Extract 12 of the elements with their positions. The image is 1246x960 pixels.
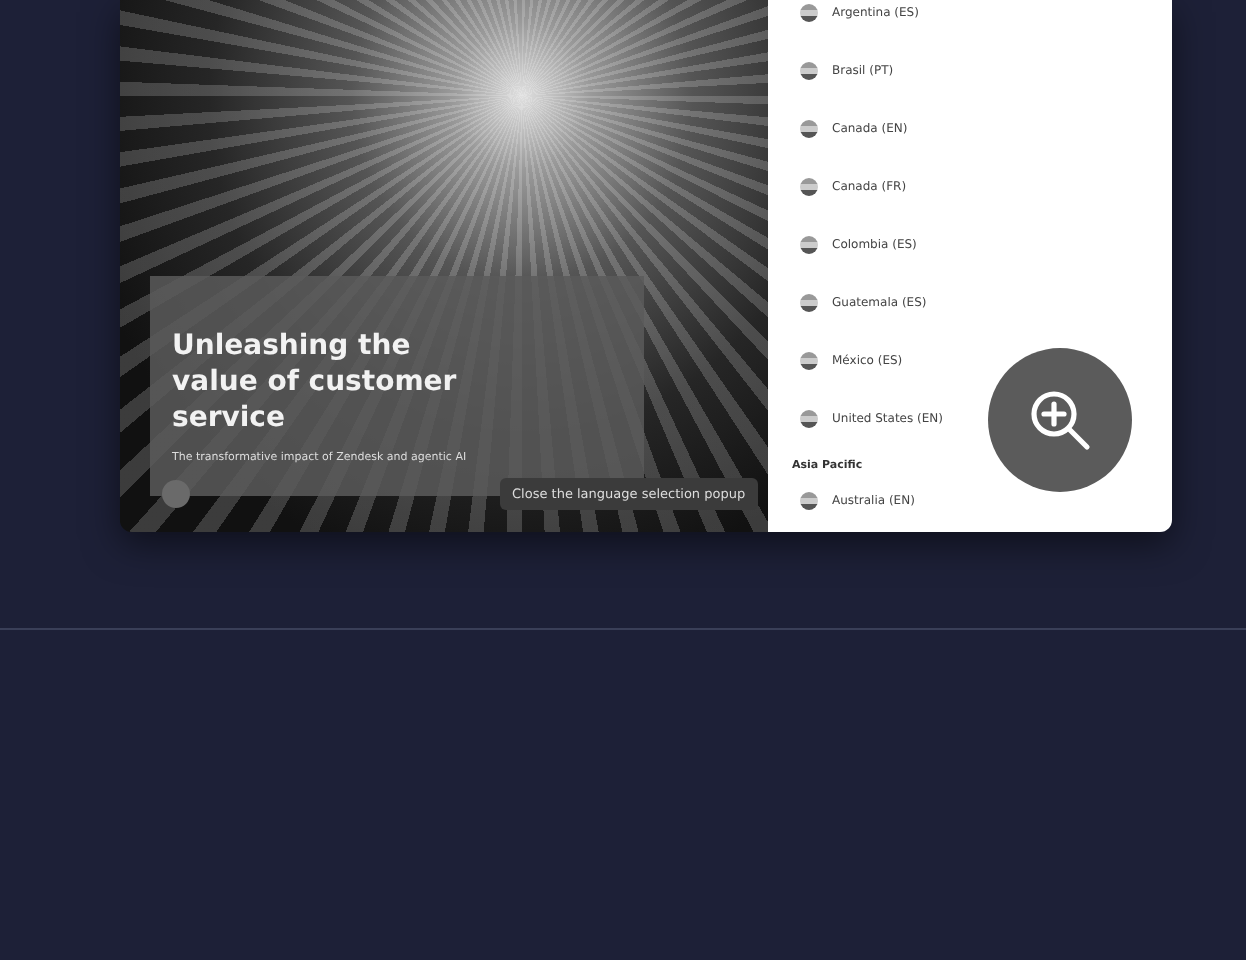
flag-icon bbox=[800, 492, 818, 510]
flag-icon bbox=[800, 410, 818, 428]
flag-icon bbox=[800, 352, 818, 370]
flag-icon bbox=[800, 120, 818, 138]
zoom-in-icon bbox=[1026, 386, 1094, 454]
flag-icon bbox=[800, 236, 818, 254]
flag-icon bbox=[800, 4, 818, 22]
slide-button[interactable] bbox=[162, 480, 190, 508]
flag-icon bbox=[800, 294, 818, 312]
flag-icon bbox=[800, 178, 818, 196]
hero-title: Unleashing the value of customer service bbox=[172, 328, 459, 436]
flag-icon bbox=[800, 62, 818, 80]
